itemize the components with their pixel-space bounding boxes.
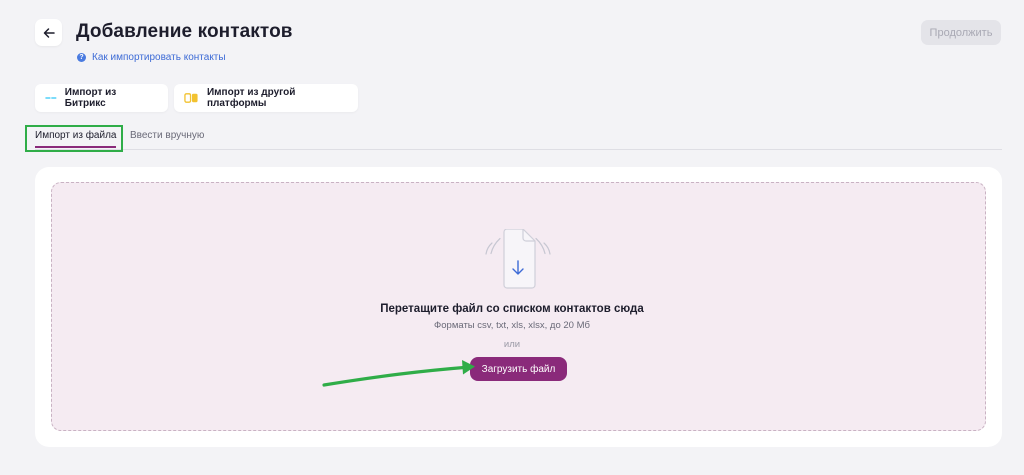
tab-manual-entry[interactable]: Ввести вручную <box>130 130 204 141</box>
dropzone-formats: Форматы csv, txt, xls, xlsx, до 20 Мб <box>434 320 590 331</box>
import-other-platform-label: Импорт из другой платформы <box>206 87 296 109</box>
import-tabs: Импорт из файла Ввести вручную <box>35 128 1002 150</box>
bitrix-logo-icon <box>45 97 57 99</box>
arrow-left-icon <box>43 27 55 38</box>
dropzone-title: Перетащите файл со списком контактов сюд… <box>380 303 644 315</box>
import-bitrix-label: Импорт из Битрикс <box>64 87 117 109</box>
import-other-platform-button[interactable]: Импорт из другой платформы <box>174 84 358 112</box>
help-link-label: Как импортировать контакты <box>92 52 226 63</box>
annotation-highlight-box <box>25 125 123 152</box>
upload-file-button[interactable]: Загрузить файл <box>470 357 567 381</box>
help-icon: ? <box>77 53 86 62</box>
page-title: Добавление контактов <box>76 21 293 42</box>
help-link[interactable]: ? Как импортировать контакты <box>77 52 226 63</box>
back-button[interactable] <box>35 19 62 46</box>
file-download-icon <box>485 229 551 289</box>
continue-button[interactable]: Продолжить <box>921 20 1001 45</box>
dropzone-or: или <box>503 339 521 350</box>
import-bitrix-button[interactable]: Импорт из Битрикс <box>35 84 168 112</box>
platform-import-icon <box>184 93 198 103</box>
